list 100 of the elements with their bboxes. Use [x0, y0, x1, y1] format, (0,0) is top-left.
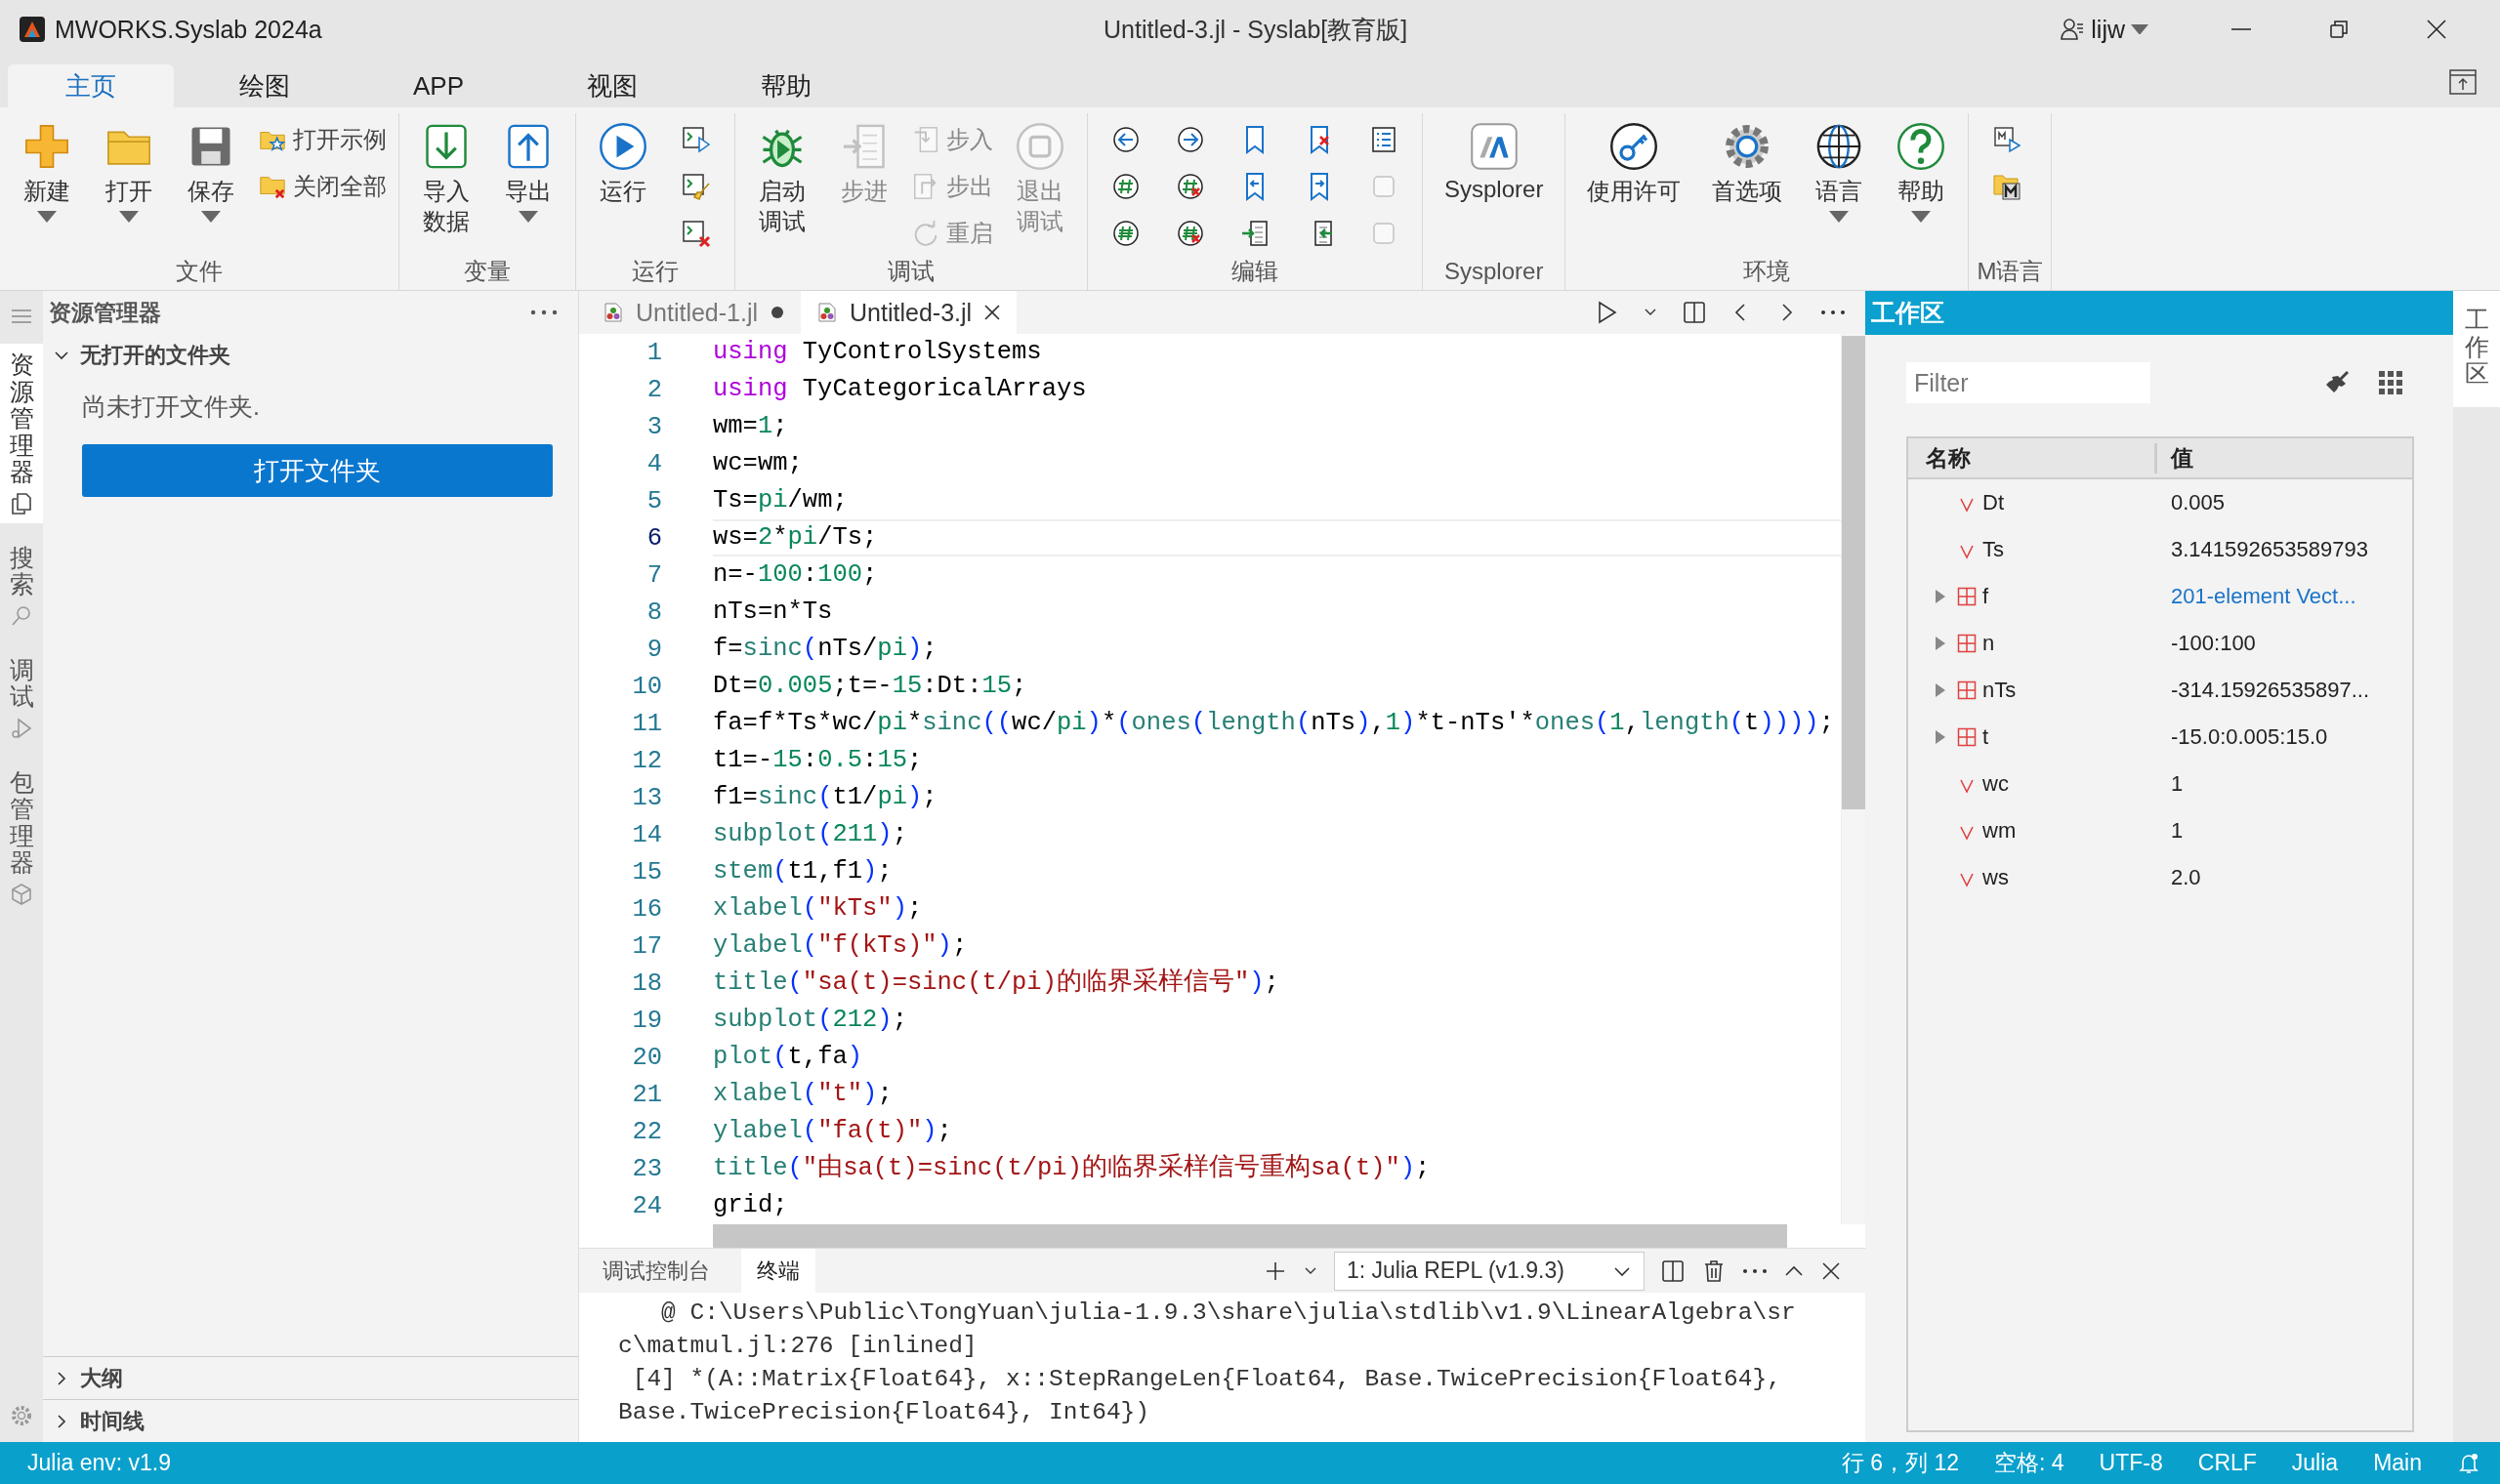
ribbon-tab[interactable]: 视图 — [529, 64, 695, 107]
user-menu-button[interactable]: lijw — [2060, 15, 2148, 44]
code-line: wc=wm; — [713, 448, 803, 479]
variable-value: 1 — [2170, 818, 2184, 844]
editor-tab[interactable]: Untitled-1.jl — [587, 291, 802, 334]
variable-value: -314.15926535897... — [2170, 678, 2370, 703]
ribbon-button[interactable]: 运行 — [584, 117, 662, 211]
code-line: title("sa(t)=sinc(t/pi)的临界采样信号"); — [713, 967, 1279, 999]
line-number: 20 — [631, 1043, 662, 1072]
variable-value: 0.005 — [2170, 490, 2226, 515]
caret-icon — [2131, 23, 2148, 35]
terminal-brush-icon — [681, 171, 712, 202]
code-line: stem(t1,f1); — [713, 856, 893, 887]
line-number: 24 — [631, 1191, 662, 1220]
ribbon-button[interactable]: 导出 — [489, 117, 567, 227]
ribbon-group-label: Sysplorer — [1443, 257, 1545, 286]
variable-name: nTs — [1982, 678, 2017, 703]
ribbon-group-label: 调试 — [887, 257, 936, 286]
close-icon[interactable] — [1820, 1259, 1842, 1282]
line-number: 21 — [631, 1080, 662, 1109]
ribbon-group-label: 文件 — [175, 257, 224, 286]
ribbon-button[interactable]: 新建 — [8, 117, 86, 227]
more-icon[interactable] — [1820, 309, 1846, 316]
play-icon — [598, 121, 648, 172]
variable-value: 2.0 — [2170, 865, 2201, 890]
activity-tab[interactable]: 搜索 — [0, 536, 43, 636]
more-icon[interactable] — [1742, 1266, 1768, 1275]
activity-tab[interactable]: 包管理器 — [0, 761, 43, 914]
code-line: f=sinc(nTs/pi); — [713, 634, 938, 665]
close-icon[interactable] — [983, 304, 1002, 321]
line-number: 18 — [631, 969, 662, 998]
code-line: subplot(211); — [713, 819, 907, 850]
unsaved-dot-icon — [770, 305, 786, 320]
minimize-icon — [2231, 28, 2251, 30]
code-line: t1=-15:0.5:15; — [713, 745, 923, 776]
vertical-scrollbar[interactable] — [1841, 334, 1865, 1224]
ribbon-group-label: 运行 — [631, 257, 680, 286]
section-header[interactable]: 无打开的文件夹 — [43, 334, 578, 377]
ribbon-button[interactable]: 帮助 — [1882, 117, 1961, 227]
line-number: 8 — [646, 598, 662, 627]
panel-tab[interactable]: 调试控制台 — [587, 1248, 726, 1294]
filter-field[interactable]: Filter — [1906, 362, 2150, 403]
debug-run-icon — [10, 716, 33, 740]
expand-arrow-icon[interactable] — [1934, 635, 1947, 652]
variable-value[interactable]: 201-element Vect... — [2157, 584, 2356, 609]
activity-tab[interactable]: 资源管理器 — [0, 344, 43, 523]
ribbon-button[interactable]: 语言 — [1800, 117, 1879, 227]
horizontal-scrollbar[interactable] — [713, 1224, 1787, 1248]
ribbon-button[interactable]: 使用许可 — [1573, 117, 1695, 211]
ribbon-button[interactable]: 首选项 — [1698, 117, 1797, 211]
variable-name: wm — [1982, 818, 2017, 844]
package-icon — [10, 882, 33, 906]
code-line: using TyControlSystems — [713, 337, 1042, 368]
code-line: xlabel("t"); — [713, 1079, 893, 1110]
line-number: 5 — [646, 486, 662, 515]
ribbon-button[interactable]: 打开示例 — [254, 117, 391, 162]
activity-tab[interactable]: 调试 — [0, 648, 43, 748]
code-line: nTs=n*Ts — [713, 597, 833, 628]
hash-icon — [1110, 171, 1142, 202]
code-line: using TyCategoricalArrays — [713, 374, 1087, 405]
open-folder-button[interactable]: 打开文件夹 — [82, 444, 553, 497]
variable-name: ws — [1982, 865, 2009, 890]
variable-value: 1 — [2170, 771, 2184, 797]
ribbon-button[interactable]: 保存 — [172, 117, 250, 227]
ribbon-tab[interactable]: 主页 — [8, 64, 174, 107]
ribbon-button[interactable]: Sysplorer — [1431, 117, 1558, 207]
line-number: 2 — [646, 375, 662, 404]
section-header[interactable]: 大纲 — [43, 1356, 578, 1399]
terminal-output-line: [4] *(A::Matrix{Float64}, x::StepRangeLen{Float64, Base.TwicePrecision{Float64}, — [631, 1365, 1782, 1394]
variable-name: t — [1982, 724, 1989, 750]
column-header: 值 — [2169, 443, 2193, 473]
split-editor-icon[interactable] — [1682, 300, 1707, 325]
code-line: subplot(212); — [713, 1005, 907, 1036]
more-icon[interactable] — [529, 309, 559, 316]
expand-arrow-icon[interactable] — [1934, 681, 1947, 699]
editor-tab[interactable]: Untitled-3.jl — [801, 291, 1018, 334]
notification-bell-icon[interactable] — [2457, 1451, 2480, 1475]
code-line: n=-100:100; — [713, 559, 878, 591]
ribbon-tab[interactable]: 帮助 — [703, 64, 869, 107]
line-number: 11 — [631, 709, 662, 738]
ribbon-button[interactable]: 打开 — [90, 117, 168, 227]
ribbon-button[interactable]: 导入数据 — [407, 117, 485, 241]
terminal-dropdown[interactable]: 1: Julia REPL (v1.9.3) — [1334, 1251, 1645, 1291]
line-number: 6 — [646, 523, 662, 553]
ribbon-tab[interactable]: 绘图 — [182, 64, 348, 107]
variable-name: Dt — [1982, 490, 2004, 515]
expand-arrow-icon[interactable] — [1934, 728, 1947, 746]
grid-view-icon[interactable] — [2377, 369, 2404, 396]
ribbon-tab[interactable]: APP — [355, 64, 521, 107]
ribbon-button[interactable]: 关闭全部 — [254, 164, 391, 209]
expand-arrow-icon[interactable] — [1934, 588, 1947, 605]
ribbon-button[interactable]: 启动调试 — [743, 117, 821, 241]
panel-tab[interactable]: 终端 — [741, 1248, 815, 1294]
variable-value: -15.0:0.005:15.0 — [2170, 724, 2328, 750]
terminal-x-icon — [681, 218, 712, 249]
terminal-output-line: @ C:\Users\Public\TongYuan\julia-1.9.3\share\julia\stdlib\v1.9\LinearAlgebra\sr — [660, 1298, 1797, 1328]
split-terminal-icon[interactable] — [1660, 1257, 1686, 1284]
workspace-side-tab[interactable]: 工作区 — [2453, 291, 2500, 407]
julia-file-icon — [816, 302, 839, 323]
line-number: 3 — [646, 412, 662, 441]
